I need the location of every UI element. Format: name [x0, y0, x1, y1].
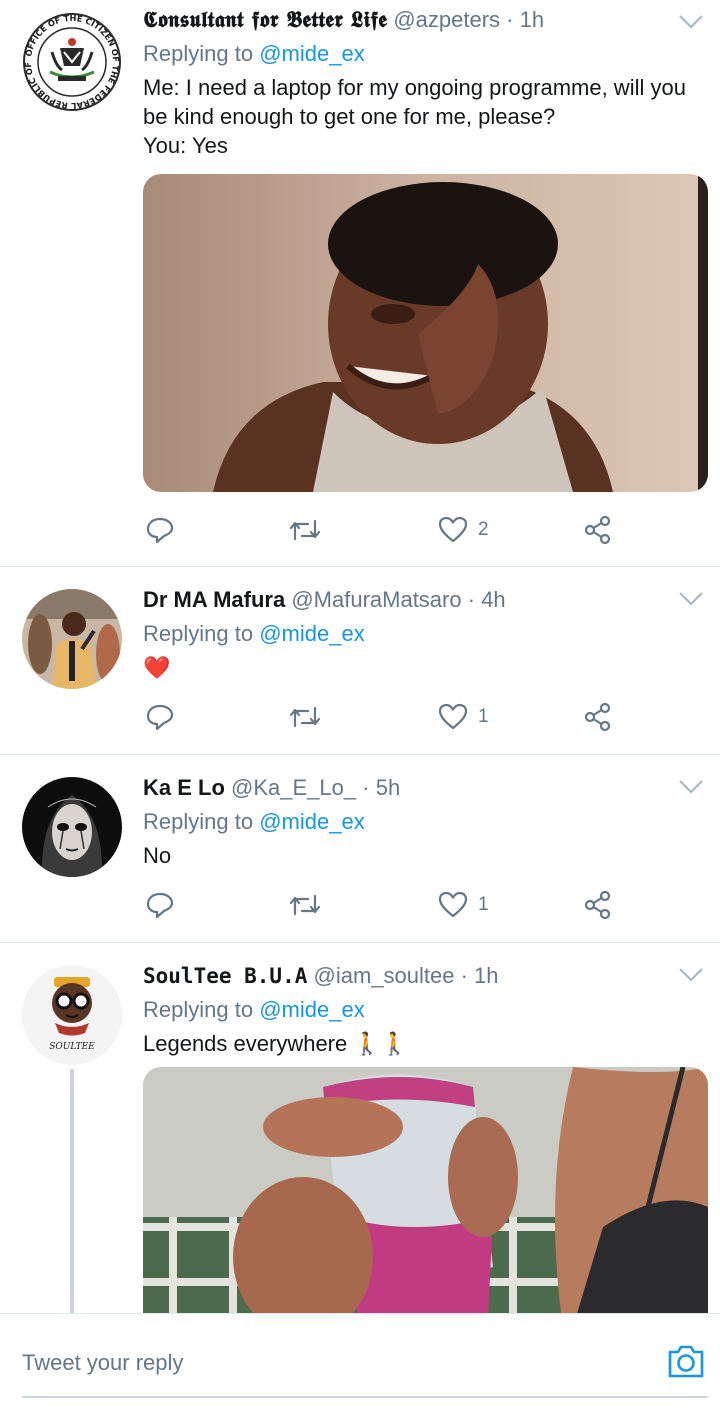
timestamp[interactable]: 4h — [481, 587, 505, 612]
reply-button[interactable] — [145, 885, 175, 925]
tweet-header: 𝕮𝖔𝖓𝖘𝖚𝖑𝖙𝖆𝖓𝖙 𝖋𝖔𝖗 𝕭𝖊𝖙𝖙𝖊𝖗 𝕷𝖎𝖋𝖊 @azpeters · 1… — [143, 5, 700, 35]
user-handle[interactable]: @iam_soultee — [314, 963, 455, 988]
reply-button[interactable] — [145, 510, 175, 550]
tweet-3[interactable]: Ka E Lo @Ka_E_Lo_ · 5h Replying to @mide… — [0, 755, 720, 943]
like-count: 2 — [478, 519, 489, 540]
tweet-text: Me: I need a laptop for my ongoing progr… — [143, 73, 700, 160]
cup-photo-image — [143, 1067, 708, 1327]
share-button[interactable] — [583, 885, 613, 925]
user-handle[interactable]: @azpeters — [393, 7, 500, 32]
heart-icon — [438, 891, 468, 918]
retweet-icon — [289, 894, 321, 916]
avatar[interactable] — [22, 589, 122, 689]
retweet-button[interactable] — [288, 697, 322, 737]
share-icon — [584, 515, 611, 545]
tweet-actions: 2 — [143, 510, 623, 550]
tweet-image[interactable] — [143, 174, 708, 492]
timestamp[interactable]: 1h — [474, 963, 498, 988]
tweet-text-line: Me: I need a laptop for my ongoing progr… — [143, 75, 686, 100]
tweet-text: Legends everywhere 🚶🚶 — [143, 1031, 409, 1056]
reply-icon — [146, 517, 174, 544]
separator: · — [460, 963, 468, 988]
user-handle[interactable]: @MafuraMatsaro — [291, 587, 461, 612]
tweet-2[interactable]: Dr MA Mafura @MafuraMatsaro · 4h Replyin… — [0, 567, 720, 755]
tweet-actions: 1 — [143, 697, 623, 737]
like-count: 1 — [478, 706, 489, 727]
replying-prefix: Replying to — [143, 997, 254, 1022]
tweet-text-line: You: Yes — [143, 133, 228, 158]
tweet-1[interactable]: OFFICE OF THE CITIZEN OF THE FEDERAL REP… — [0, 0, 720, 567]
display-name[interactable]: Ka E Lo — [143, 775, 225, 800]
tweet-text: ❤️ — [143, 655, 171, 680]
mention-link[interactable]: @mide_ex — [259, 621, 365, 646]
tweet-actions: 1 — [143, 885, 623, 925]
display-name[interactable]: 𝕮𝖔𝖓𝖘𝖚𝖑𝖙𝖆𝖓𝖙 𝖋𝖔𝖗 𝕭𝖊𝖙𝖙𝖊𝖗 𝕷𝖎𝖋𝖊 — [143, 7, 387, 33]
like-button[interactable]: 2 — [438, 510, 489, 550]
cartoon-avatar: SOULTEE — [22, 965, 122, 1065]
display-name[interactable]: SoulTee B.U.A — [143, 964, 307, 988]
avatar-signature: SOULTEE — [49, 1042, 95, 1052]
share-icon — [584, 702, 611, 732]
thread-line — [70, 1069, 74, 1313]
camera-icon[interactable] — [666, 1342, 706, 1380]
timestamp[interactable]: 1h — [520, 7, 544, 32]
user-handle[interactable]: @Ka_E_Lo_ — [231, 775, 356, 800]
replying-to: Replying to @mide_ex — [143, 619, 700, 649]
display-name[interactable]: Dr MA Mafura — [143, 587, 285, 612]
tweet-header: Ka E Lo @Ka_E_Lo_ · 5h — [143, 773, 700, 803]
profile-photo — [22, 777, 122, 877]
timestamp[interactable]: 5h — [376, 775, 400, 800]
separator: · — [467, 587, 476, 612]
heart-icon — [438, 703, 468, 730]
replying-prefix: Replying to — [143, 621, 254, 646]
mention-link[interactable]: @mide_ex — [259, 997, 365, 1022]
retweet-icon — [289, 706, 321, 728]
retweet-button[interactable] — [288, 885, 322, 925]
share-icon — [584, 890, 611, 920]
like-count: 1 — [478, 894, 489, 915]
replying-to: Replying to @mide_ex — [143, 995, 700, 1025]
profile-photo — [22, 589, 122, 689]
tweet-text: No — [143, 843, 172, 868]
like-button[interactable]: 1 — [438, 697, 489, 737]
replying-prefix: Replying to — [143, 41, 254, 66]
replying-to: Replying to @mide_ex — [143, 807, 700, 837]
tweet-4[interactable]: SOULTEE SoulTee B.U.A @iam_soultee · 1h … — [0, 943, 720, 1327]
tweet-header: Dr MA Mafura @MafuraMatsaro · 4h — [143, 585, 700, 615]
tweet-text-line: be kind enough to get one for me, please… — [143, 104, 556, 129]
tweet-image[interactable] — [143, 1067, 708, 1327]
separator: · — [362, 775, 370, 800]
separator: · — [506, 7, 514, 32]
like-button[interactable]: 1 — [438, 885, 489, 925]
retweet-button[interactable] — [288, 510, 322, 550]
mention-link[interactable]: @mide_ex — [259, 41, 365, 66]
tweet-header: SoulTee B.U.A @iam_soultee · 1h — [143, 961, 700, 991]
heart-icon — [438, 516, 468, 543]
replying-to: Replying to @mide_ex — [143, 39, 700, 69]
mention-link[interactable]: @mide_ex — [259, 809, 365, 834]
input-underline — [22, 1396, 708, 1398]
retweet-icon — [289, 519, 321, 541]
reply-composer: Tweet your reply — [0, 1313, 720, 1408]
reply-icon — [146, 704, 174, 731]
reply-icon — [146, 892, 174, 919]
share-button[interactable] — [583, 697, 613, 737]
reply-input[interactable]: Tweet your reply — [22, 1350, 183, 1376]
share-button[interactable] — [583, 510, 613, 550]
avatar[interactable] — [22, 777, 122, 877]
replying-prefix: Replying to — [143, 809, 254, 834]
reply-button[interactable] — [145, 697, 175, 737]
avatar[interactable]: OFFICE OF THE CITIZEN OF THE FEDERAL REP… — [22, 12, 122, 112]
seal-avatar-image: OFFICE OF THE CITIZEN OF THE FEDERAL REP… — [22, 12, 121, 111]
avatar[interactable]: SOULTEE — [22, 965, 122, 1065]
laughing-boy-image — [143, 174, 708, 492]
